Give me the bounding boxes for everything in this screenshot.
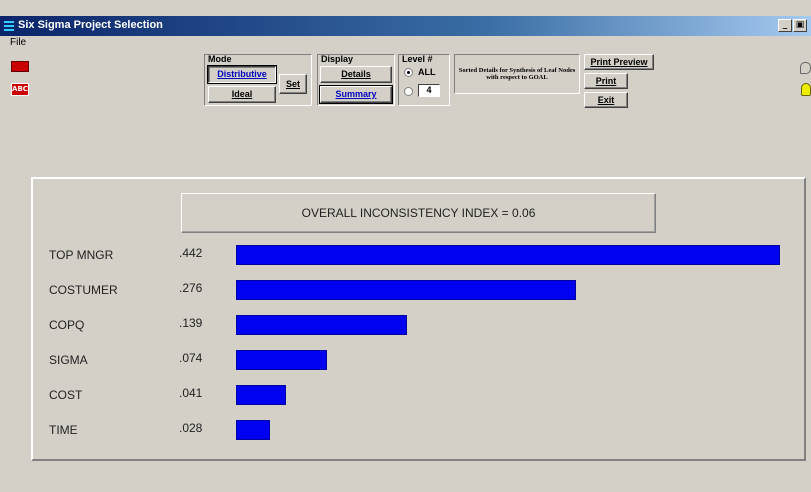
menu-file[interactable]: File — [10, 37, 26, 48]
red-tool-icon[interactable] — [11, 61, 29, 72]
priority-bar — [236, 420, 270, 440]
row-label: TIME — [49, 423, 78, 437]
ideal-button[interactable]: Ideal — [208, 86, 276, 103]
row-value: .074 — [179, 351, 203, 365]
lightbulb-icon[interactable] — [801, 83, 811, 96]
row-label: SIGMA — [49, 353, 88, 367]
level-all-radio[interactable] — [404, 68, 413, 77]
speech-bubble-icon[interactable] — [800, 62, 811, 74]
exit-button[interactable]: Exit — [584, 92, 628, 108]
row-label: COPQ — [49, 318, 85, 332]
set-button[interactable]: Set — [279, 74, 307, 94]
distributive-button[interactable]: Distributive — [207, 65, 277, 84]
level-number-field[interactable]: 4 — [418, 84, 440, 97]
level-number-radio[interactable] — [404, 87, 413, 96]
summary-button[interactable]: Summary — [319, 85, 393, 104]
menu-bar: File — [0, 37, 811, 51]
row-label: TOP MNGR — [49, 248, 114, 262]
sorted-details-caption: Sorted Details for Synthesis of Leaf Nod… — [454, 54, 580, 94]
row-value: .442 — [179, 246, 203, 260]
level-label: Level # — [402, 54, 433, 64]
priority-bar — [236, 385, 286, 405]
details-button[interactable]: Details — [320, 66, 392, 83]
summary-panel: OVERALL INCONSISTENCY INDEX = 0.06 TOP M… — [31, 177, 806, 461]
priority-bar — [236, 280, 576, 300]
priority-bar — [236, 350, 327, 370]
mode-label: Mode — [208, 54, 232, 64]
restore-button[interactable]: ▣ — [793, 19, 807, 32]
print-preview-button[interactable]: Print Preview — [584, 54, 654, 70]
row-value: .276 — [179, 281, 203, 295]
abc-icon[interactable]: ABC — [11, 83, 29, 96]
row-value: .041 — [179, 386, 203, 400]
inconsistency-index: OVERALL INCONSISTENCY INDEX = 0.06 — [181, 193, 656, 233]
row-label: COSTUMER — [49, 283, 118, 297]
window-title: Six Sigma Project Selection — [18, 19, 163, 31]
display-label: Display — [321, 54, 354, 64]
app-icon — [4, 19, 14, 33]
row-label: COST — [49, 388, 83, 402]
row-value: .139 — [179, 316, 203, 330]
app-window: Six Sigma Project Selection _ ▣ File ABC… — [0, 0, 811, 492]
priority-bar — [236, 245, 780, 265]
row-value: .028 — [179, 421, 203, 435]
level-all-label: ALL — [418, 67, 436, 77]
minimize-button[interactable]: _ — [778, 19, 792, 32]
print-button[interactable]: Print — [584, 73, 628, 89]
title-bar[interactable]: Six Sigma Project Selection _ ▣ — [0, 16, 811, 36]
priority-bar — [236, 315, 407, 335]
